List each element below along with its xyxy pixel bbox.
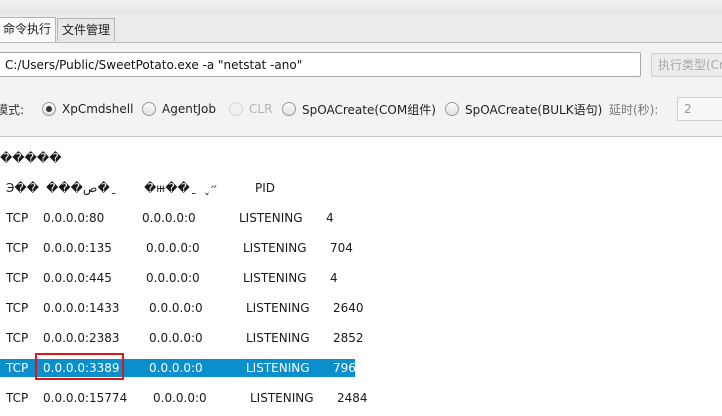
tab-command-exec[interactable]: 命令执行: [0, 17, 56, 42]
radio-selected-icon: [42, 102, 56, 116]
output-row: TCP 0.0.0.0:135 0.0.0.0:0 LISTENING 704: [0, 238, 722, 258]
radio-clr: CLR: [229, 99, 272, 119]
radio-agentjob[interactable]: AgentJob: [142, 99, 216, 119]
output-row: TCP 0.0.0.0:445 0.0.0.0:0 LISTENING 4: [0, 268, 722, 288]
radio-label: SpOACreate(COM组件): [302, 101, 436, 118]
radio-label: CLR: [249, 102, 272, 116]
output-title-line: �����: [0, 148, 722, 168]
output-row: TCP 0.0.0.0:15774 0.0.0.0:0 LISTENING 2484: [0, 388, 722, 408]
tab-strip: 命令执行 文件管理: [0, 14, 722, 43]
output-row: TCP 0.0.0.0:1433 0.0.0.0:0 LISTENING 2640: [0, 298, 722, 318]
command-input[interactable]: [0, 52, 641, 77]
output-row: TCP 0.0.0.0:80 0.0.0.0:0 LISTENING 4: [0, 208, 722, 228]
tab-file-manager[interactable]: 文件管理: [57, 18, 115, 41]
radio-xpcmdshell[interactable]: XpCmdshell: [42, 99, 133, 119]
delay-label: 延时(秒):: [609, 101, 658, 118]
radio-label: AgentJob: [162, 102, 216, 116]
delay-input[interactable]: [677, 97, 722, 121]
exec-type-button[interactable]: 执行类型(Cr: [651, 53, 722, 77]
radio-label: SpOACreate(BULK语句): [465, 101, 602, 118]
radio-unselected-icon: [282, 102, 296, 116]
radio-spoacreate-bulk[interactable]: SpOACreate(BULK语句): [445, 99, 602, 119]
output-header-line: Э�� ���ص�ַ �ⲿ��ַ ״̬ PID: [0, 178, 722, 198]
mode-label: 模式:: [0, 101, 24, 118]
command-panel: 执行类型(Cr 模式: XpCmdshell AgentJob CLR SpOA…: [0, 43, 722, 137]
annotation-highlight-box: [35, 353, 124, 380]
output-row: TCP 0.0.0.0:2383 0.0.0.0:0 LISTENING 2852: [0, 328, 722, 348]
window-top-bar: [0, 0, 722, 15]
radio-spoacreate-com[interactable]: SpOACreate(COM组件): [282, 99, 436, 119]
radio-label: XpCmdshell: [62, 102, 133, 116]
radio-unselected-icon: [445, 102, 459, 116]
radio-unselected-icon: [142, 102, 156, 116]
radio-disabled-icon: [229, 102, 243, 116]
